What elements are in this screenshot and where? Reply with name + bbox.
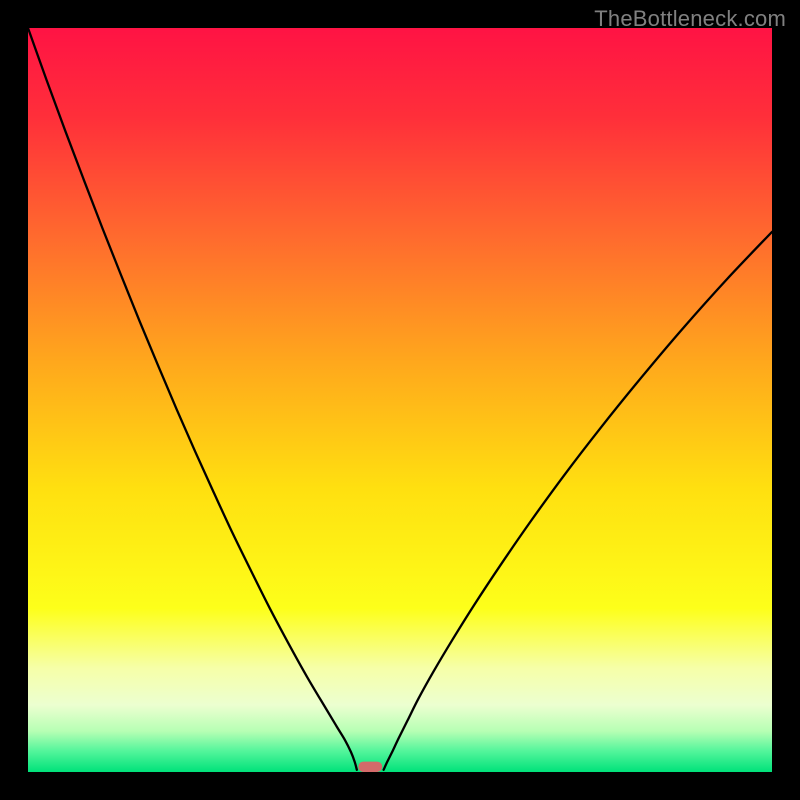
chart-frame: TheBottleneck.com bbox=[0, 0, 800, 800]
plot-area bbox=[28, 28, 772, 772]
watermark-label: TheBottleneck.com bbox=[594, 6, 786, 32]
chart-svg bbox=[28, 28, 772, 772]
gradient-background bbox=[28, 28, 772, 772]
minimum-marker bbox=[358, 762, 382, 772]
